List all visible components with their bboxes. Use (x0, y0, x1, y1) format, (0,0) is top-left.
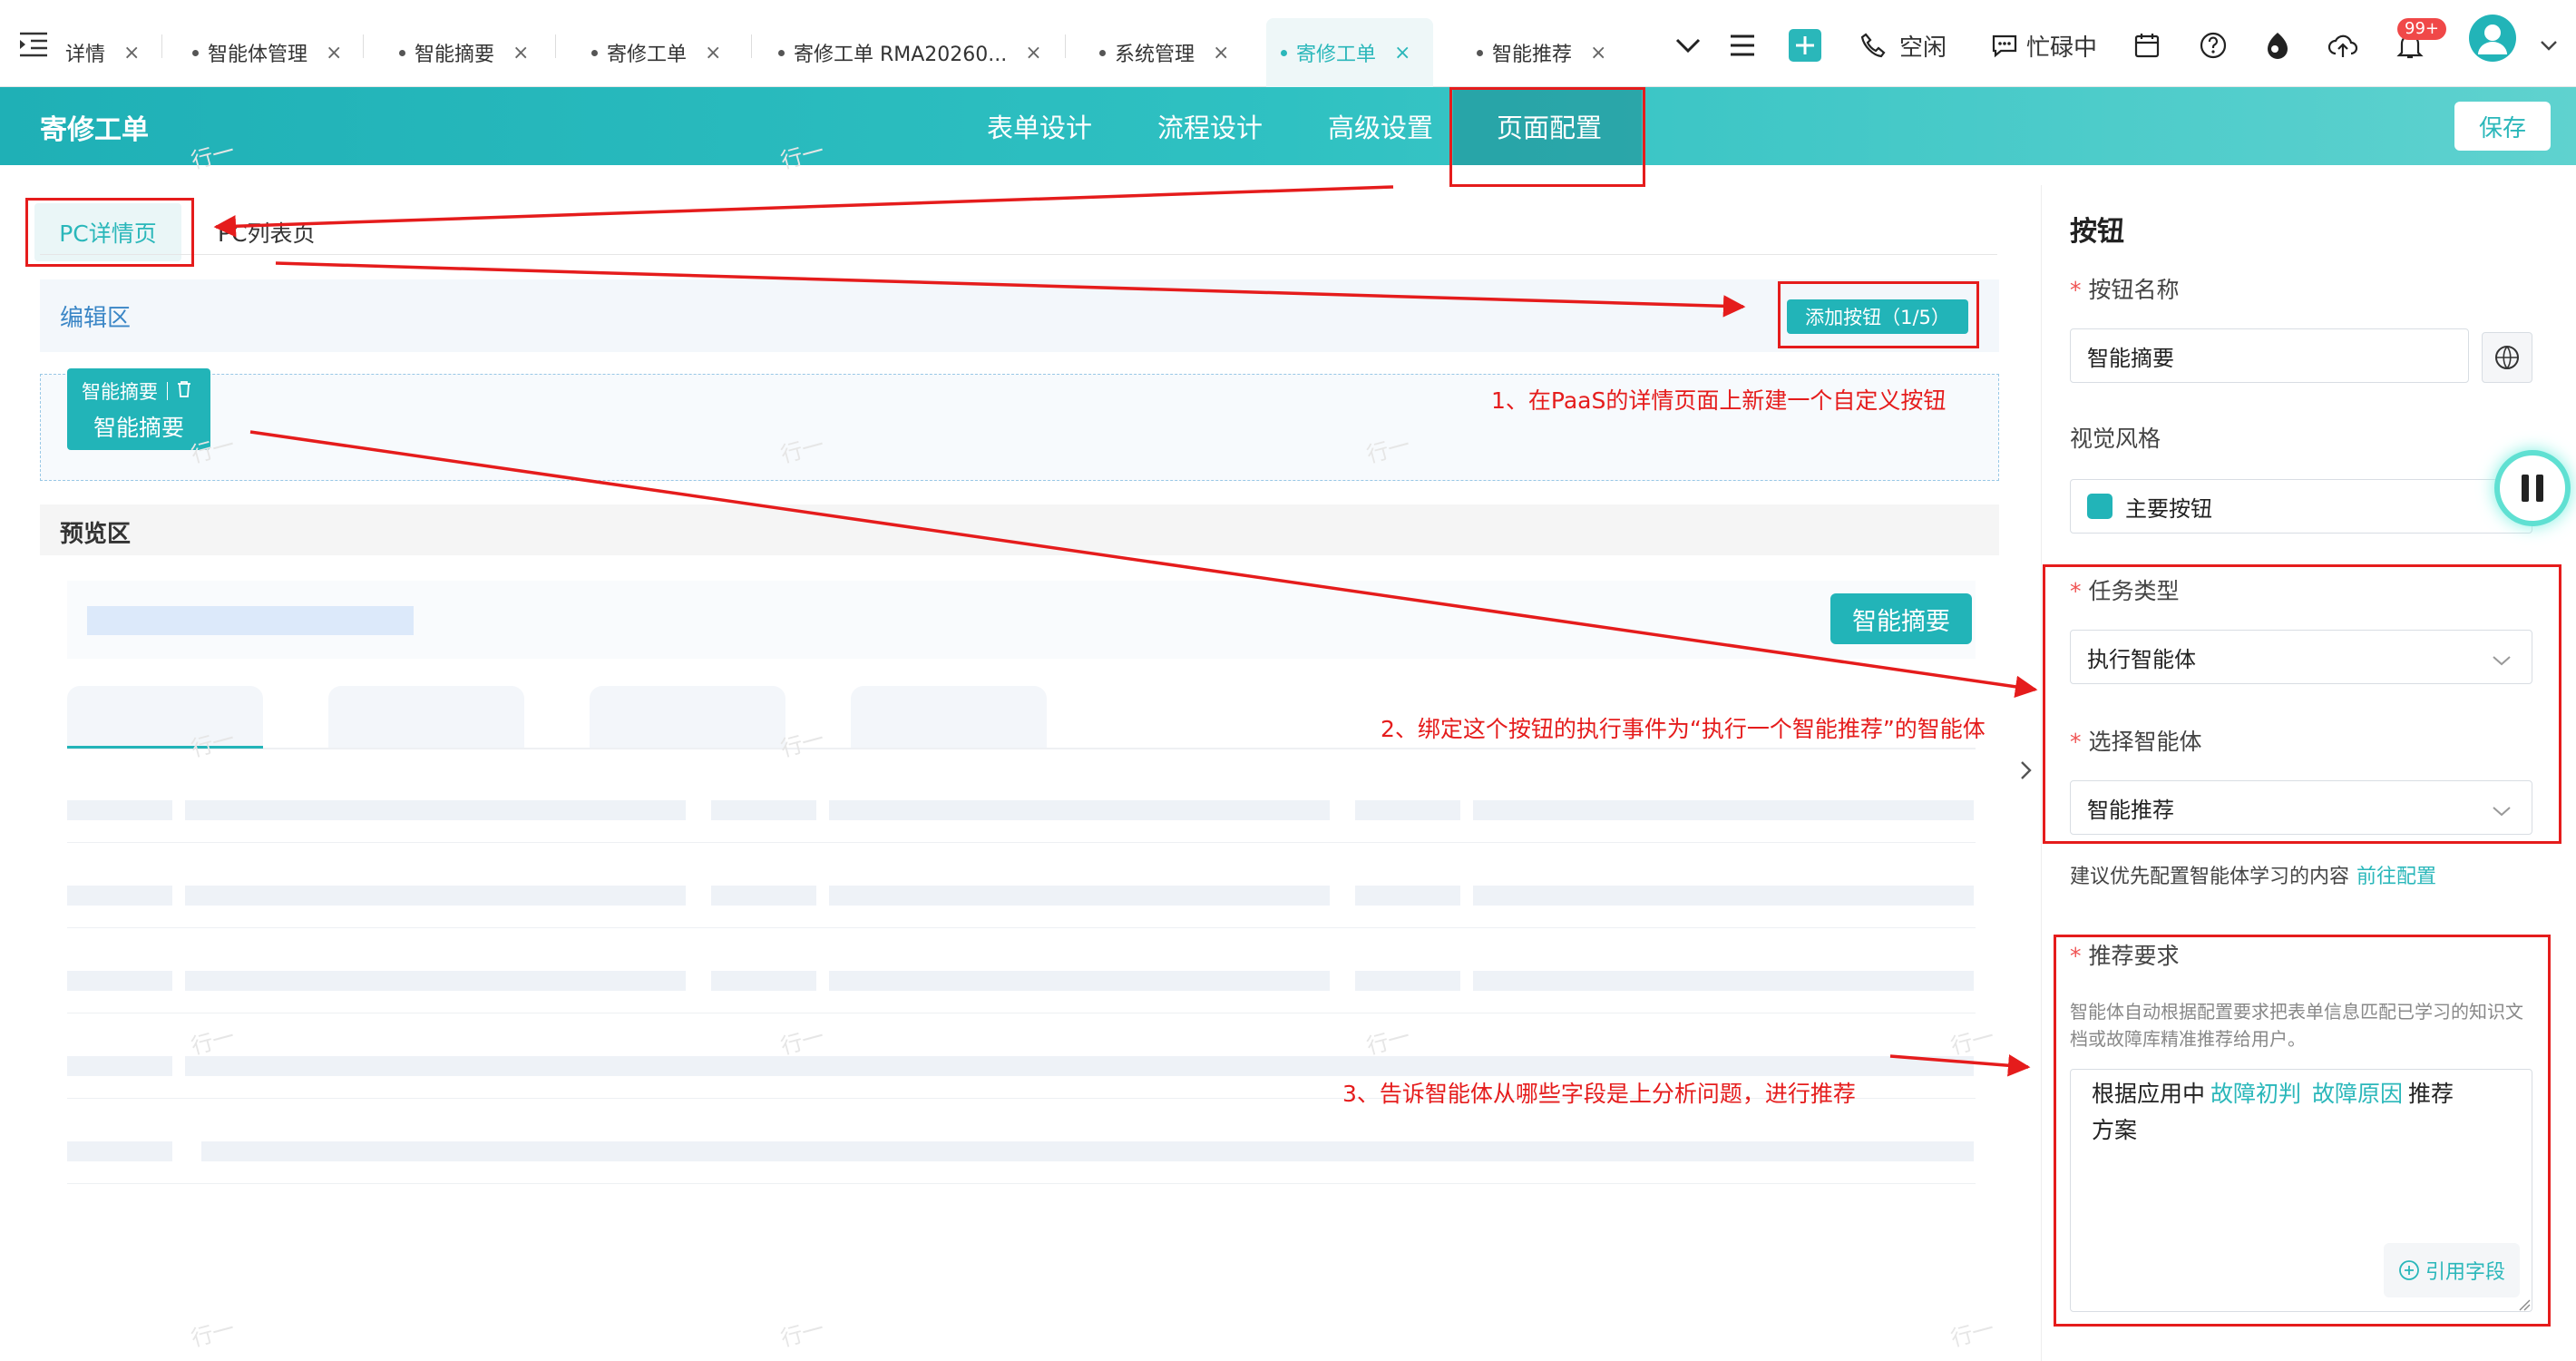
annotation-arrows (213, 185, 2038, 1077)
